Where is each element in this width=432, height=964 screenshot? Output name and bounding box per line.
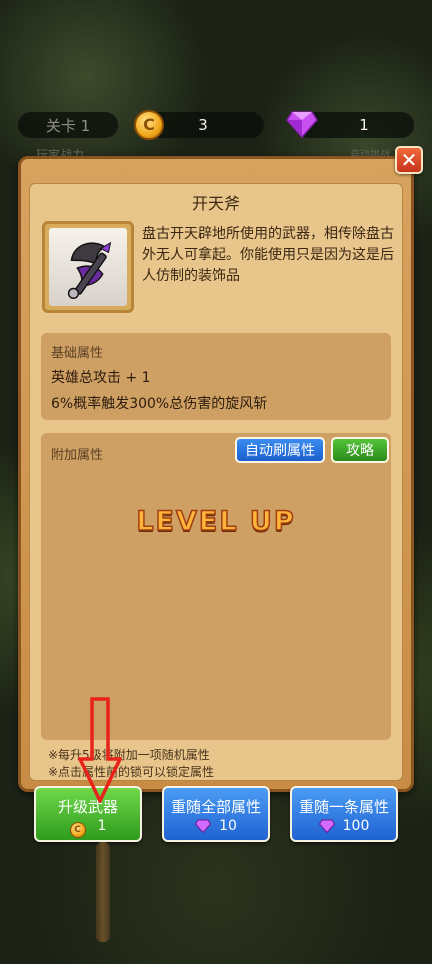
- extra-attributes-section: 附加属性: [41, 433, 391, 740]
- battle-axe-icon: [67, 241, 112, 300]
- coin-icon: C: [134, 110, 164, 140]
- lock-note: ※点击属性前的锁可以锁定属性: [48, 765, 215, 779]
- upgrade-cost-value: 1: [97, 818, 107, 834]
- base-attribute-line: 6%概率触发300%总伤害的旋风斩: [51, 396, 268, 412]
- reroll-all-label: 重随全部属性: [170, 798, 261, 816]
- reroll-one-cost-value: 100: [342, 818, 370, 834]
- gem-icon: [318, 819, 335, 833]
- weapon-image-bg: [49, 228, 127, 306]
- gem-count: 1: [359, 116, 369, 134]
- reroll-one-label: 重随一条属性: [298, 798, 389, 816]
- level-up-banner: LEVEL UP: [136, 505, 296, 538]
- weapon-slot[interactable]: [42, 221, 134, 313]
- guide-button[interactable]: 攻略: [331, 437, 389, 463]
- reroll-all-cost: 10: [164, 818, 268, 834]
- reroll-one-cost: 100: [292, 818, 396, 834]
- reroll-one-button[interactable]: 重随一条属性 100: [290, 786, 398, 842]
- base-attributes-section: 基础属性 英雄总攻击 + 1 6%概率触发300%总伤害的旋风斩: [41, 333, 391, 420]
- coin-icon: C: [69, 822, 86, 838]
- coin-count: 3: [198, 116, 208, 134]
- upgrade-cost: C1: [36, 818, 140, 838]
- extra-attributes-title: 附加属性: [51, 448, 104, 463]
- upgrade-note: ※每升5级将附加一项随机属性: [48, 748, 210, 762]
- close-button[interactable]: ✕: [395, 146, 423, 174]
- base-attributes-title: 基础属性: [51, 346, 104, 361]
- background-plant: [96, 842, 110, 942]
- tutorial-arrow-icon: [78, 697, 122, 803]
- base-attribute-line: 英雄总攻击 + 1: [51, 370, 151, 386]
- weapon-title: 开天斧: [191, 194, 240, 213]
- level-display: 关卡 1: [18, 112, 118, 138]
- reroll-all-cost-value: 10: [219, 818, 237, 834]
- level-label: 关卡 1: [45, 116, 91, 135]
- gem-icon: [195, 819, 212, 833]
- reroll-all-button[interactable]: 重随全部属性 10: [162, 786, 270, 842]
- gem-icon: [286, 111, 318, 138]
- weapon-description: 盘古开天辟地所使用的武器，相传除盘古外无人可拿起。你能使用只是因为这是后人仿制的…: [142, 226, 394, 284]
- auto-refresh-button[interactable]: 自动刷属性: [235, 437, 325, 463]
